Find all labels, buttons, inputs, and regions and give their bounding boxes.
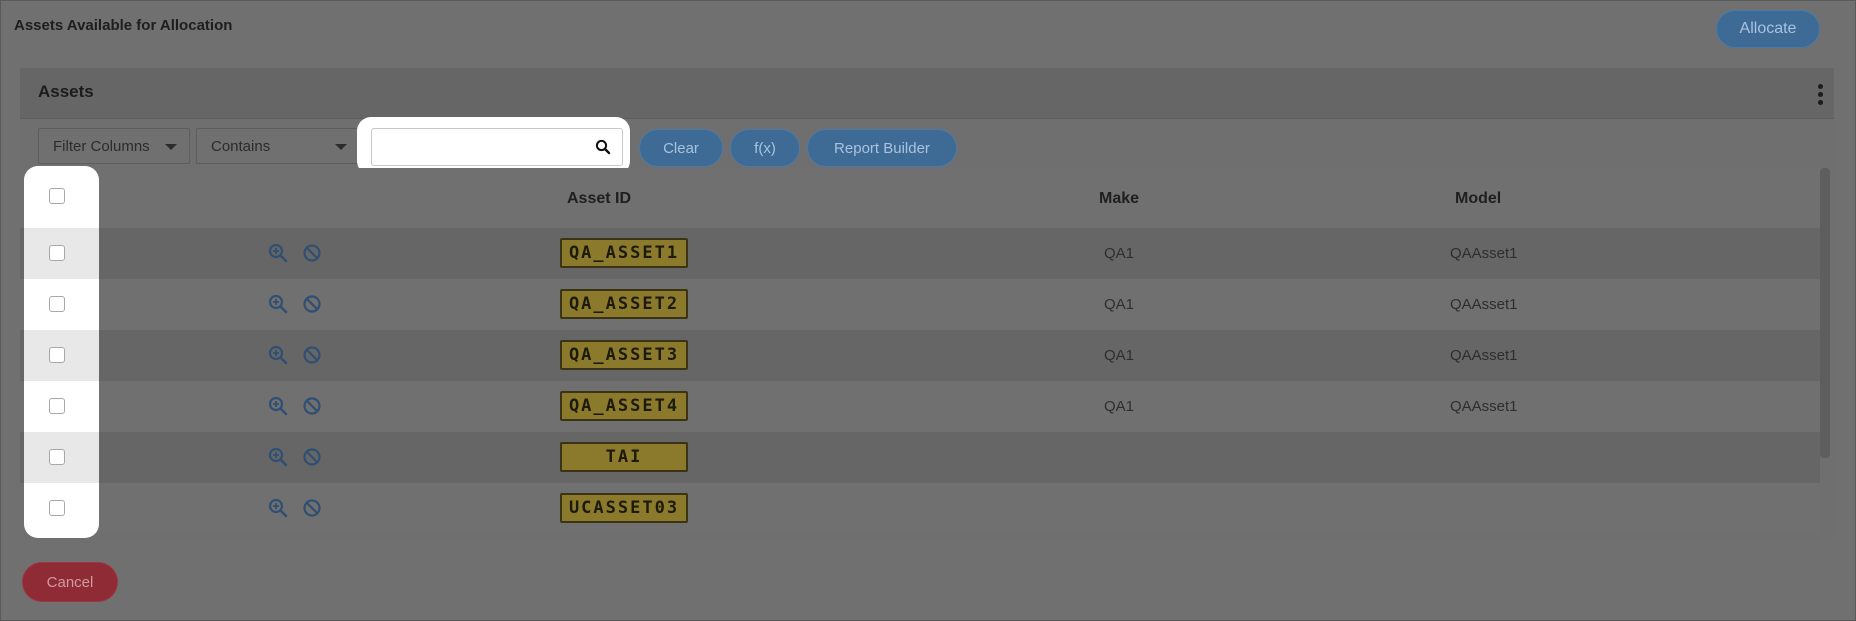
make-cell: QA1	[1104, 245, 1135, 262]
asset-id-plate[interactable]: QA_ASSET1	[560, 238, 688, 268]
row-checkbox-cell	[24, 279, 99, 330]
table-row[interactable]: TAI	[20, 432, 1820, 483]
column-header-asset-id[interactable]: Asset ID	[567, 190, 631, 208]
make-cell: QA1	[1104, 296, 1135, 313]
filter-columns-label: Filter Columns	[53, 137, 150, 155]
row-checkbox[interactable]	[49, 398, 65, 414]
zoom-in-icon[interactable]	[268, 447, 288, 467]
filter-columns-dropdown[interactable]: Filter Columns	[38, 128, 190, 164]
table-row[interactable]: QA_ASSET3 QA1 QAAsset1	[20, 330, 1820, 381]
block-icon[interactable]	[302, 294, 322, 314]
report-builder-button[interactable]: Report Builder	[807, 129, 957, 167]
operator-label: Contains	[211, 137, 271, 155]
row-checkbox[interactable]	[49, 347, 65, 363]
clear-button[interactable]: Clear	[639, 129, 723, 167]
search-icon	[595, 139, 610, 155]
assets-table: Asset ID Make Model QA_ASSET1 QA1 QAAsse…	[20, 168, 1820, 538]
search-group	[357, 117, 630, 175]
row-select-column	[24, 166, 99, 538]
block-icon[interactable]	[302, 498, 322, 518]
row-checkbox[interactable]	[49, 449, 65, 465]
row-checkbox-cell	[24, 432, 99, 483]
panel-header: Assets	[20, 68, 1834, 119]
row-checkbox[interactable]	[49, 500, 65, 516]
asset-id-plate[interactable]: QA_ASSET2	[560, 289, 688, 319]
chevron-down-icon	[165, 144, 177, 150]
zoom-in-icon[interactable]	[268, 243, 288, 263]
asset-id-plate[interactable]: UCASSET03	[560, 493, 688, 523]
column-header-model[interactable]: Model	[1455, 190, 1501, 208]
kebab-vertical-icon[interactable]	[1818, 84, 1824, 108]
table-row[interactable]: QA_ASSET1 QA1 QAAsset1	[20, 228, 1820, 279]
zoom-in-icon[interactable]	[268, 345, 288, 365]
table-scrollbar[interactable]	[1820, 168, 1830, 458]
select-all-checkbox[interactable]	[49, 188, 65, 204]
block-icon[interactable]	[302, 345, 322, 365]
table-row[interactable]: UCASSET03	[20, 483, 1820, 534]
make-cell: QA1	[1104, 398, 1135, 415]
row-checkbox[interactable]	[49, 296, 65, 312]
cancel-button[interactable]: Cancel	[22, 562, 118, 602]
search-input[interactable]	[371, 128, 585, 166]
row-checkbox-cell	[24, 483, 99, 534]
zoom-in-icon[interactable]	[268, 294, 288, 314]
allocate-button[interactable]: Allocate	[1716, 10, 1820, 48]
table-row[interactable]: QA_ASSET4 QA1 QAAsset1	[20, 381, 1820, 432]
table-row[interactable]: QA_ASSET2 QA1 QAAsset1	[20, 279, 1820, 330]
model-cell: QAAsset1	[1450, 398, 1518, 415]
fx-button[interactable]: f(x)	[730, 129, 800, 167]
model-cell: QAAsset1	[1450, 347, 1518, 364]
row-checkbox-cell	[24, 330, 99, 381]
operator-dropdown[interactable]: Contains	[196, 128, 360, 164]
asset-id-plate[interactable]: QA_ASSET3	[560, 340, 688, 370]
asset-id-plate[interactable]: QA_ASSET4	[560, 391, 688, 421]
row-checkbox-cell	[24, 381, 99, 432]
make-cell: QA1	[1104, 347, 1135, 364]
table-header: Asset ID Make Model	[20, 168, 1820, 229]
search-button[interactable]	[583, 128, 623, 166]
header-checkbox-cell	[24, 166, 99, 217]
page-title: Assets Available for Allocation	[14, 17, 233, 34]
zoom-in-icon[interactable]	[268, 498, 288, 518]
row-checkbox[interactable]	[49, 245, 65, 261]
model-cell: QAAsset1	[1450, 245, 1518, 262]
panel-title: Assets	[38, 82, 94, 101]
row-checkbox-cell	[24, 228, 99, 279]
model-cell: QAAsset1	[1450, 296, 1518, 313]
block-icon[interactable]	[302, 396, 322, 416]
block-icon[interactable]	[302, 447, 322, 467]
asset-id-plate[interactable]: TAI	[560, 442, 688, 472]
zoom-in-icon[interactable]	[268, 396, 288, 416]
chevron-down-icon	[335, 144, 347, 150]
column-header-make[interactable]: Make	[1099, 190, 1139, 208]
block-icon[interactable]	[302, 243, 322, 263]
